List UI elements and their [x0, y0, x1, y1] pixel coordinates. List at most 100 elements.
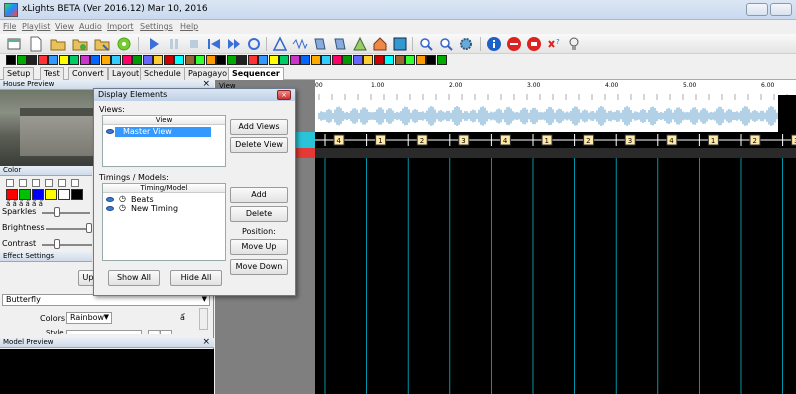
- tab-test[interactable]: Test: [40, 67, 64, 80]
- effect-palette-icon[interactable]: [27, 55, 37, 65]
- tab-layout[interactable]: Layout: [108, 67, 144, 80]
- effect-palette-icon[interactable]: [132, 55, 142, 65]
- stop-icon[interactable]: [186, 36, 202, 52]
- timing-row-new-timing[interactable]: New Timing: [131, 204, 178, 213]
- effect-palette-icon[interactable]: [405, 55, 415, 65]
- effect-palette-icon[interactable]: [6, 55, 16, 65]
- colors-select[interactable]: Rainbow ▼: [66, 312, 112, 324]
- effect-palette-icon[interactable]: [163, 55, 174, 65]
- color-swatch-6[interactable]: [71, 189, 83, 200]
- close-icon[interactable]: ×: [277, 90, 291, 100]
- menu-playlist[interactable]: Playlist: [22, 22, 50, 31]
- info-icon[interactable]: [486, 36, 502, 52]
- effect-palette-icon[interactable]: [384, 55, 394, 65]
- waveform-tool-icon[interactable]: [292, 36, 308, 52]
- move-down-button[interactable]: Move Down: [230, 259, 288, 275]
- eye-icon[interactable]: [106, 197, 114, 202]
- color-checkbox-2[interactable]: [19, 179, 27, 187]
- effect-palette-icon[interactable]: [58, 55, 69, 65]
- color-swatch-3[interactable]: [32, 189, 44, 200]
- power-off-icon[interactable]: [526, 36, 542, 52]
- effect-palette-icon[interactable]: [205, 55, 216, 65]
- menu-audio[interactable]: Audio: [79, 22, 102, 31]
- save-icon[interactable]: [72, 36, 88, 52]
- rewind-icon[interactable]: [206, 36, 222, 52]
- new-file-icon[interactable]: [28, 36, 44, 52]
- effect-palette-icon[interactable]: [321, 55, 331, 65]
- views-list[interactable]: View Master View: [102, 115, 226, 167]
- new-timing-row[interactable]: [315, 148, 796, 158]
- color-swatch-1[interactable]: [6, 189, 18, 200]
- save-as-icon[interactable]: [94, 36, 110, 52]
- random-effects-icon[interactable]: ?: [546, 36, 562, 52]
- effect-palette-icon[interactable]: [426, 55, 436, 65]
- color-checkbox-6[interactable]: [71, 179, 79, 187]
- tab-schedule[interactable]: Schedule: [140, 67, 185, 80]
- bucket-a-icon[interactable]: [312, 36, 328, 52]
- sparkles-slider-thumb[interactable]: [54, 207, 60, 217]
- view-master[interactable]: Master View: [123, 127, 172, 136]
- brightness-slider-thumb[interactable]: [86, 223, 92, 233]
- stop-sign-icon[interactable]: [506, 36, 522, 52]
- effect-palette-icon[interactable]: [363, 55, 373, 65]
- menu-import[interactable]: Import: [107, 22, 134, 31]
- menu-settings[interactable]: Settings: [140, 22, 173, 31]
- effect-palette-icon[interactable]: [90, 55, 100, 65]
- add-views-button[interactable]: Add Views: [230, 119, 288, 135]
- sparkles-slider[interactable]: [42, 212, 90, 214]
- tab-convert[interactable]: Convert: [68, 67, 108, 80]
- effect-palette-icon[interactable]: [121, 55, 132, 65]
- style-slider[interactable]: [66, 330, 142, 334]
- contrast-slider-thumb[interactable]: [54, 239, 60, 249]
- eye-icon[interactable]: [106, 206, 114, 211]
- effect-palette-icon[interactable]: [174, 55, 184, 65]
- play-icon[interactable]: [146, 36, 162, 52]
- lock-icon[interactable]: ẩ: [180, 313, 185, 322]
- minimize-button[interactable]: [746, 3, 768, 16]
- move-up-button[interactable]: Move Up: [230, 239, 288, 255]
- color-swatch-5[interactable]: [58, 189, 70, 200]
- effect-palette-icon[interactable]: [247, 55, 258, 65]
- effect-palette-icon[interactable]: [373, 55, 384, 65]
- effect-palette-icon[interactable]: [394, 55, 405, 65]
- menu-help[interactable]: Help: [180, 22, 198, 31]
- color-swatch-2[interactable]: [19, 189, 31, 200]
- effect-palette-icon[interactable]: [226, 55, 237, 65]
- add-button[interactable]: Add: [230, 187, 288, 203]
- effect-palette-icon[interactable]: [342, 55, 352, 65]
- tab-sequencer[interactable]: Sequencer: [228, 67, 284, 81]
- timings-list[interactable]: Timing/Model ◷ Beats ◷ New Timing: [102, 183, 226, 261]
- hide-all-button[interactable]: Hide All: [170, 270, 222, 286]
- effect-palette-icon[interactable]: [268, 55, 279, 65]
- settings-scrollbar[interactable]: [199, 308, 208, 330]
- delete-button[interactable]: Delete: [230, 206, 288, 222]
- menu-file[interactable]: File: [3, 22, 16, 31]
- effect-palette-icon[interactable]: [100, 55, 111, 65]
- settings-gear-icon[interactable]: [458, 36, 474, 52]
- effect-palette-icon[interactable]: [310, 55, 321, 65]
- effect-palette-icon[interactable]: [436, 55, 447, 65]
- effect-palette-icon[interactable]: [415, 55, 426, 65]
- pause-icon[interactable]: [166, 36, 182, 52]
- triangle-select-icon[interactable]: [352, 36, 368, 52]
- effect-palette-icon[interactable]: [184, 55, 195, 65]
- color-swatch-4[interactable]: [45, 189, 57, 200]
- color-checkbox-1[interactable]: [6, 179, 14, 187]
- bucket-b-icon[interactable]: [332, 36, 348, 52]
- tab-setup[interactable]: Setup: [3, 67, 35, 80]
- repeat-icon[interactable]: [246, 36, 262, 52]
- show-all-button[interactable]: Show All: [108, 270, 160, 286]
- effect-palette-icon[interactable]: [216, 55, 226, 65]
- effect-palette-icon[interactable]: [289, 55, 300, 65]
- fast-forward-icon[interactable]: [226, 36, 242, 52]
- effect-palette-icon[interactable]: [195, 55, 205, 65]
- render-icon[interactable]: [116, 36, 132, 52]
- zoom-in-icon[interactable]: [418, 36, 434, 52]
- delete-view-button[interactable]: Delete View: [230, 137, 288, 153]
- close-icon[interactable]: ×: [202, 337, 210, 347]
- color-checkbox-3[interactable]: [32, 179, 40, 187]
- effect-palette-icon[interactable]: [258, 55, 268, 65]
- maximize-button[interactable]: [770, 3, 792, 16]
- triangle-tool-icon[interactable]: [272, 36, 288, 52]
- effect-palette-icon[interactable]: [111, 55, 121, 65]
